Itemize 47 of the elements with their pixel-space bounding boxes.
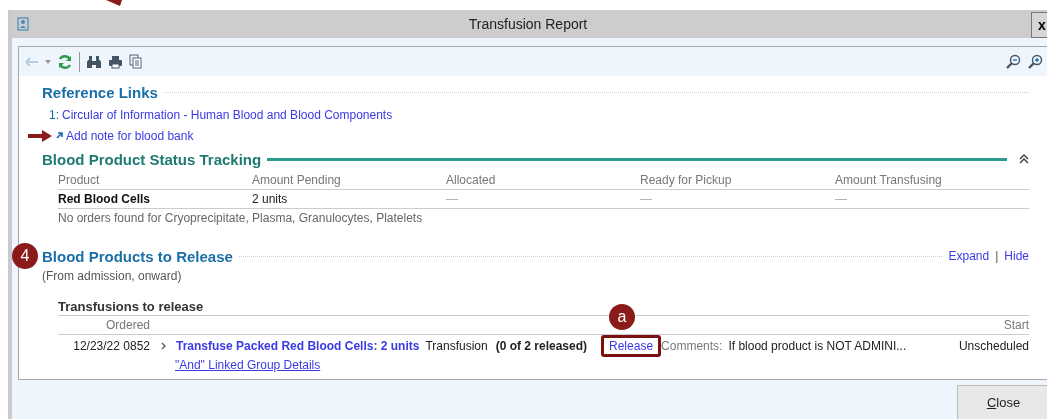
close-button[interactable]: Close [957,385,1047,419]
no-orders-note: No orders found for Cryoprecipitate, Plasma, Granulocytes, Platelets [58,211,424,225]
binoculars-icon[interactable] [86,54,102,69]
report-icon [17,17,29,31]
zoom-out-icon[interactable] [1005,53,1021,70]
section-subheading: (From admission, onward) [42,269,183,283]
expand-link[interactable]: Expand [948,249,990,263]
zoom-in-icon[interactable] [1027,53,1043,70]
comments-text: If blood product is NOT ADMINI... [728,338,908,353]
table-cell: — [835,190,1029,209]
collapse-icon[interactable] [1019,154,1029,164]
column-header: Ready for Pickup [640,170,835,190]
close-button[interactable]: x [1031,12,1047,38]
window-title: Transfusion Report [468,16,588,32]
table-cell: Red Blood Cells [58,190,252,209]
link-number: 1: [49,107,59,122]
linked-group-link[interactable]: "And" Linked Group Details [175,357,321,372]
step-badge: 4 [12,243,38,269]
section-heading: Blood Product Status Tracking [42,150,262,168]
table-cell: — [640,190,835,209]
column-header: Start [1003,318,1029,332]
table-cell: — [446,190,640,209]
ordered-date: 12/23/22 0852 [72,338,150,353]
hide-link[interactable]: Hide [1004,249,1029,263]
table-cell: 2 units [252,190,446,209]
caret-icon[interactable] [45,59,51,64]
order-type: Transfusion [425,338,488,353]
comments-label: Comments: [661,338,723,353]
column-header: Product [58,170,252,190]
chevron-right-icon[interactable] [161,341,167,350]
release-count: (0 of 2 released) [495,338,588,353]
copy-icon[interactable] [129,54,142,69]
separator: | [995,249,999,263]
section-heading: Reference Links [42,83,158,101]
column-header: Amount Transfusing [835,170,1029,190]
column-header: Ordered [104,318,150,332]
refresh-icon[interactable] [57,53,73,70]
column-header: Amount Pending [252,170,446,190]
order-link[interactable]: Transfuse Packed Red Blood Cells: 2 units [176,338,420,353]
section-heading: Blood Products to Release [42,247,233,265]
reference-link[interactable]: Circular of Information - Human Blood and Blood Components [62,107,393,122]
external-link-icon [56,132,63,139]
start-value: Unscheduled [958,338,1029,353]
print-icon[interactable] [108,54,123,69]
add-note-link[interactable]: Add note for blood bank [66,128,194,143]
column-header: Allocated [446,170,640,190]
release-button[interactable]: Release [601,334,662,357]
